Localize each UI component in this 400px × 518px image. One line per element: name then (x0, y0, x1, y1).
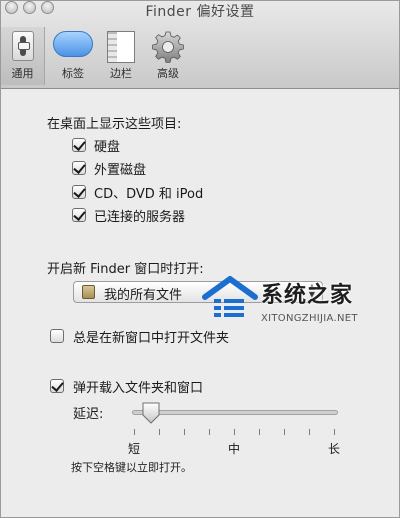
gear-icon (152, 31, 184, 63)
hard-disks-label: 硬盘 (94, 140, 121, 155)
watermark-url: XITONGZHIJIA.NET (261, 313, 358, 324)
spring-loaded-label: 弹开载入文件夹和窗口 (73, 381, 204, 396)
connected-servers-label: 已连接的服务器 (94, 210, 186, 225)
new-window-popup-value: 我的所有文件 (104, 288, 183, 303)
watermark-title: 系统之家 (261, 283, 354, 308)
connected-servers-checkbox[interactable] (72, 208, 86, 222)
delay-long-label: 长 (328, 442, 341, 456)
slider-tick (334, 429, 335, 435)
site-watermark: 系统之家 XITONGZHIJIA.NET (201, 275, 381, 335)
tab-advanced[interactable]: 高级 (145, 27, 191, 85)
delay-label: 延迟: (73, 407, 104, 422)
slider-tick (159, 429, 160, 435)
preferences-window: Finder 偏好设置 通用 标签 边栏 高级 在桌面上显示这些项目: 硬盘 外… (0, 0, 400, 518)
tab-sidebar[interactable]: 边栏 (101, 27, 141, 85)
hard-disks-checkbox[interactable] (72, 138, 86, 152)
tab-tags-label: 标签 (62, 67, 84, 80)
spring-loaded-checkbox[interactable] (50, 379, 64, 393)
external-disks-label: 外置磁盘 (94, 163, 147, 178)
slider-tick (209, 429, 210, 435)
switch-icon (11, 31, 34, 61)
sidebar-icon (107, 31, 135, 63)
cd-dvd-ipod-label: CD、DVD 和 iPod (94, 187, 204, 202)
desktop-items-heading: 在桌面上显示这些项目: (47, 117, 182, 132)
spacebar-hint: 按下空格键以立即打开。 (71, 461, 192, 474)
delay-short-label: 短 (128, 442, 141, 456)
open-folders-new-window-checkbox[interactable] (50, 329, 64, 343)
external-disks-checkbox[interactable] (72, 161, 86, 175)
delay-slider-track[interactable] (132, 410, 338, 415)
slider-tick (309, 429, 310, 435)
slider-tick (234, 429, 235, 435)
titlebar: Finder 偏好设置 通用 标签 边栏 高级 (1, 1, 399, 89)
new-window-heading: 开启新 Finder 窗口时打开: (47, 262, 204, 277)
tab-advanced-label: 高级 (157, 67, 179, 80)
documents-icon (82, 285, 95, 299)
tab-general-label: 通用 (11, 67, 34, 80)
slider-tick (259, 429, 260, 435)
cd-dvd-ipod-checkbox[interactable] (72, 185, 86, 199)
delay-slider-knob[interactable] (141, 402, 161, 424)
slider-tick (134, 429, 135, 435)
window-title: Finder 偏好设置 (145, 4, 255, 20)
slider-tick (284, 429, 285, 435)
house-logo-icon (202, 276, 258, 317)
general-pane: 在桌面上显示这些项目: 硬盘 外置磁盘 CD、DVD 和 iPod 已连接的服务… (1, 90, 399, 517)
slider-tick (184, 429, 185, 435)
tab-sidebar-label: 边栏 (110, 67, 132, 80)
tab-general[interactable]: 通用 (1, 27, 45, 85)
tag-icon (53, 31, 93, 57)
tab-tags[interactable]: 标签 (47, 27, 99, 85)
delay-medium-label: 中 (228, 442, 241, 456)
